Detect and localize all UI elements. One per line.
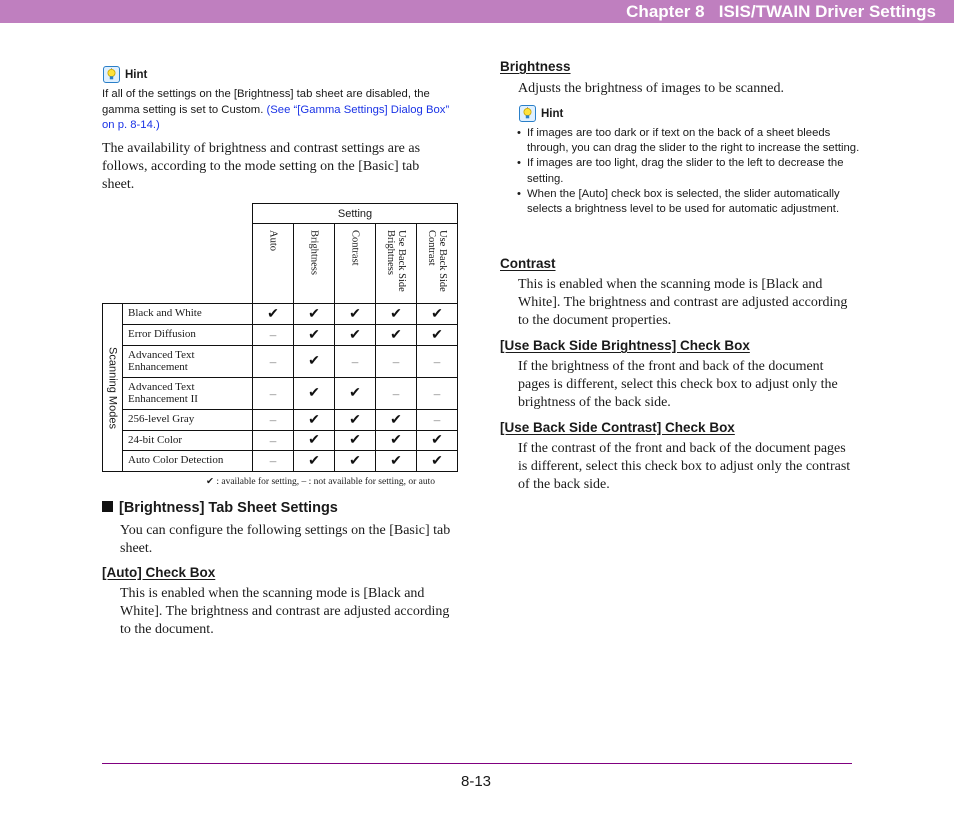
brightness-hint-heading: Hint bbox=[519, 105, 563, 122]
mode-name: Error Diffusion bbox=[122, 324, 253, 346]
square-bullet-icon bbox=[102, 501, 113, 512]
intro-paragraph: The availability of brightness and contr… bbox=[102, 141, 421, 192]
table-row: Error Diffusion – ✔ ✔ ✔ ✔ bbox=[103, 324, 458, 346]
setting-group-header: Setting bbox=[252, 203, 458, 224]
brightness-text: Adjusts the brightness of images to be s… bbox=[518, 81, 784, 96]
available-check-icon: ✔ bbox=[334, 324, 376, 346]
available-check-icon: ✔ bbox=[334, 450, 376, 472]
available-check-icon: ✔ bbox=[293, 345, 335, 378]
unavailable-dash-icon: – bbox=[334, 345, 376, 378]
lightbulb-hint-icon bbox=[103, 66, 120, 83]
table-row: 24-bit Color – ✔ ✔ ✔ ✔ bbox=[103, 430, 458, 451]
available-check-icon: ✔ bbox=[293, 324, 335, 346]
unavailable-dash-icon: – bbox=[252, 377, 294, 410]
hint-label: Hint bbox=[541, 107, 564, 120]
available-check-icon: ✔ bbox=[334, 409, 376, 431]
chapter-header-bar: Chapter 8 ISIS/TWAIN Driver Settings bbox=[0, 0, 954, 23]
available-check-icon: ✔ bbox=[375, 450, 417, 472]
unavailable-dash-icon: – bbox=[252, 409, 294, 431]
unavailable-dash-icon: – bbox=[252, 430, 294, 451]
lightbulb-hint-icon bbox=[519, 105, 536, 122]
unavailable-dash-icon: – bbox=[416, 345, 458, 378]
table-legend: ✔ : available for setting, – : not avail… bbox=[206, 477, 436, 487]
unavailable-dash-icon: – bbox=[416, 377, 458, 410]
column-header: Use Back Side Contrast bbox=[416, 223, 458, 304]
available-check-icon: ✔ bbox=[375, 409, 417, 431]
available-check-icon: ✔ bbox=[293, 450, 335, 472]
section-title: [Brightness] Tab Sheet Settings bbox=[119, 500, 338, 516]
hint-list-item: If images are too dark or if text on the… bbox=[517, 126, 862, 156]
mode-name: Advanced Text Enhancement bbox=[122, 345, 253, 378]
unavailable-dash-icon: – bbox=[416, 409, 458, 431]
column-header-label: Contrast bbox=[349, 230, 361, 266]
mode-name: 24-bit Color bbox=[122, 430, 253, 451]
available-check-icon: ✔ bbox=[375, 324, 417, 346]
available-check-icon: ✔ bbox=[416, 324, 458, 346]
unavailable-dash-icon: – bbox=[375, 377, 417, 410]
column-header-label: Brightness bbox=[308, 230, 320, 275]
brightness-heading: Brightness bbox=[500, 59, 571, 74]
available-check-icon: ✔ bbox=[375, 430, 417, 451]
unavailable-dash-icon: – bbox=[252, 345, 294, 378]
available-check-icon: ✔ bbox=[293, 409, 335, 431]
unavailable-dash-icon: – bbox=[252, 450, 294, 472]
available-check-icon: ✔ bbox=[416, 450, 458, 472]
mode-name: Auto Color Detection bbox=[122, 450, 253, 472]
available-check-icon: ✔ bbox=[416, 430, 458, 451]
available-check-icon: ✔ bbox=[293, 303, 335, 325]
table-row: Advanced Text Enhancement – ✔ – – – bbox=[103, 345, 458, 378]
section-heading: [Brightness] Tab Sheet Settings bbox=[102, 500, 338, 516]
availability-table: Setting Auto Brightness Contrast Use Back S… bbox=[102, 203, 458, 472]
contrast-text: This is enabled when the scanning mode i… bbox=[518, 277, 848, 328]
unavailable-dash-icon: – bbox=[375, 345, 417, 378]
back-brightness-heading: [Use Back Side Brightness] Check Box bbox=[500, 338, 750, 353]
back-brightness-text: If the brightness of the front and back … bbox=[518, 359, 838, 410]
available-check-icon: ✔ bbox=[416, 303, 458, 325]
hint-label: Hint bbox=[125, 68, 148, 81]
mode-name: Black and White bbox=[122, 303, 253, 325]
table-row: Scanning Modes Black and White ✔ ✔ ✔ ✔ ✔ bbox=[102, 303, 458, 472]
column-header-label: Use Back Side Brightness bbox=[385, 230, 407, 292]
available-check-icon: ✔ bbox=[252, 303, 294, 325]
column-header-label: Auto bbox=[267, 230, 279, 251]
hint-list-item: When the [Auto] check box is selected, t… bbox=[517, 187, 862, 217]
hint-body: If all of the settings on the [Brightnes… bbox=[102, 87, 457, 134]
column-header-label: Use Back Side Contrast bbox=[426, 230, 448, 292]
back-contrast-text: If the contrast of the front and back of… bbox=[518, 441, 851, 492]
auto-checkbox-heading: [Auto] Check Box bbox=[102, 565, 216, 580]
available-check-icon: ✔ bbox=[334, 377, 376, 410]
side-label-text: Scanning Modes bbox=[106, 346, 119, 429]
available-check-icon: ✔ bbox=[334, 430, 376, 451]
auto-checkbox-text: This is enabled when the scanning mode i… bbox=[120, 586, 450, 637]
chapter-title: Chapter 8 ISIS/TWAIN Driver Settings bbox=[626, 2, 936, 21]
hint-list-item: If images are too light, drag the slider… bbox=[517, 156, 862, 186]
available-check-icon: ✔ bbox=[293, 377, 335, 410]
table-corner bbox=[103, 204, 253, 304]
brightness-hint-list: If images are too dark or if text on the… bbox=[517, 126, 862, 217]
available-check-icon: ✔ bbox=[375, 303, 417, 325]
scanning-modes-label: Scanning Modes bbox=[102, 303, 123, 472]
page-number: 8-13 bbox=[461, 773, 492, 790]
back-contrast-heading: [Use Back Side Contrast] Check Box bbox=[500, 420, 735, 435]
mode-name: 256-level Gray bbox=[122, 409, 253, 431]
table-row: 256-level Gray – ✔ ✔ ✔ – bbox=[103, 409, 458, 431]
table-row: Advanced Text Enhancement II – ✔ ✔ – – bbox=[103, 377, 458, 410]
column-header: Contrast bbox=[334, 223, 376, 304]
unavailable-dash-icon: – bbox=[252, 324, 294, 346]
contrast-heading: Contrast bbox=[500, 256, 556, 271]
available-check-icon: ✔ bbox=[293, 430, 335, 451]
available-check-icon: ✔ bbox=[334, 303, 376, 325]
column-header: Brightness bbox=[293, 223, 335, 304]
column-header: Use Back Side Brightness bbox=[375, 223, 417, 304]
section-intro: You can configure the following settings… bbox=[120, 523, 451, 556]
hint-heading: Hint bbox=[103, 66, 147, 83]
table-row: Auto Color Detection – ✔ ✔ ✔ ✔ bbox=[103, 450, 458, 472]
column-header: Auto bbox=[252, 223, 294, 304]
mode-name: Advanced Text Enhancement II bbox=[122, 377, 253, 410]
footer-divider bbox=[102, 763, 852, 764]
